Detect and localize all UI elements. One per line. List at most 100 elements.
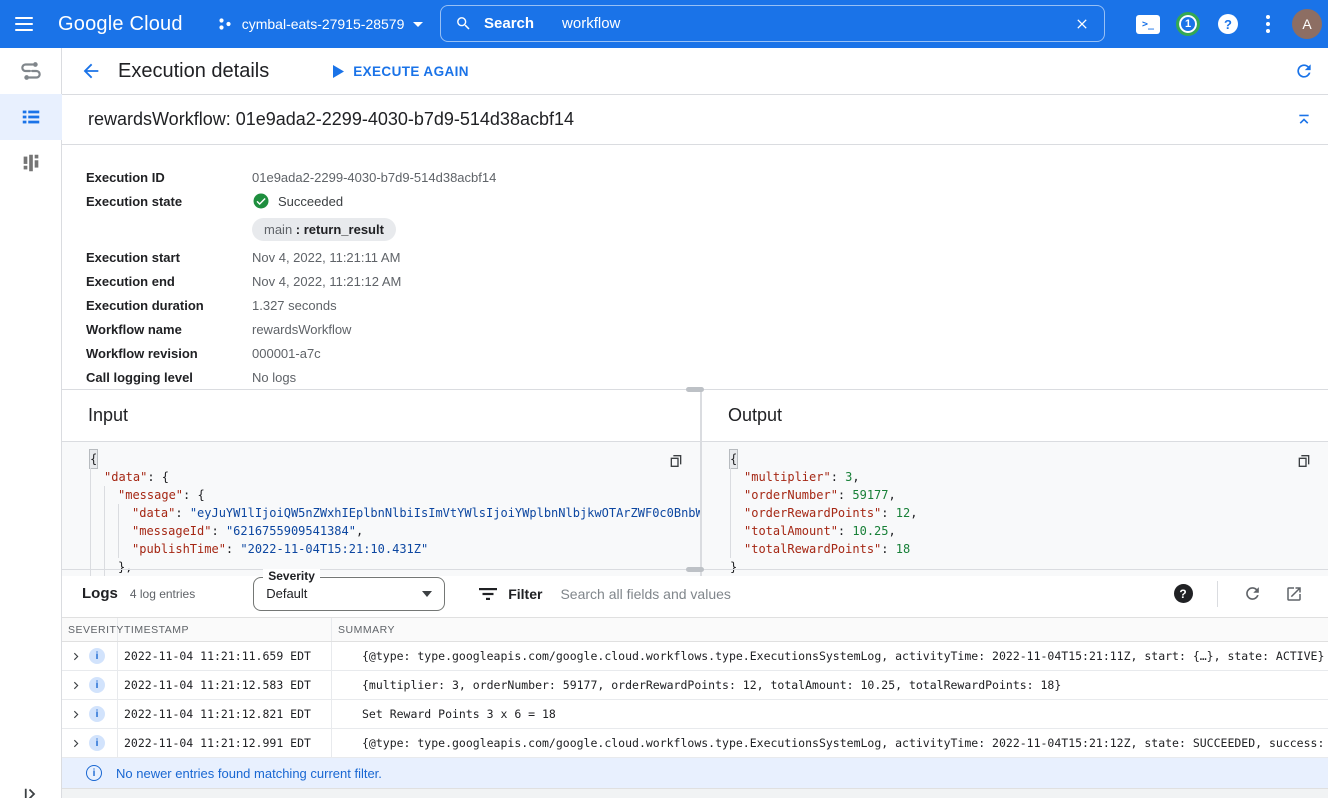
detail-label: Execution start <box>86 250 252 265</box>
refresh-icon[interactable] <box>1294 61 1314 81</box>
notification-count-badge: 1 <box>1176 12 1200 36</box>
more-options-icon[interactable] <box>1248 0 1288 48</box>
json-line: "message": { <box>90 486 692 504</box>
log-severity-cell: i <box>62 729 118 757</box>
detail-value: 000001-a7c <box>252 346 321 361</box>
log-table-header: SEVERITYTIMESTAMPSUMMARY <box>62 617 1328 642</box>
logs-help-icon[interactable]: ? <box>1165 576 1201 612</box>
indent-guide <box>104 540 118 558</box>
top-app-bar: Google Cloud cymbal-eats-27915-28579 Sea… <box>0 0 1328 48</box>
output-json-viewer[interactable]: {"multiplier": 3,"orderNumber": 59177,"o… <box>702 442 1328 576</box>
log-severity-cell: i <box>62 642 118 670</box>
logs-footer-banner: i No newer entries found matching curren… <box>62 758 1328 788</box>
copy-input-icon[interactable] <box>668 452 684 470</box>
expand-chevron-icon[interactable] <box>70 651 81 662</box>
indent-guide <box>90 540 104 558</box>
toolbar-divider <box>1217 581 1218 607</box>
detail-value: rewardsWorkflow <box>252 322 351 337</box>
main-content: Execution details EXECUTE AGAIN rewardsW… <box>62 48 1328 798</box>
input-header: Input <box>62 390 700 442</box>
rail-item-executions[interactable] <box>0 94 62 140</box>
indent-guide <box>104 486 118 504</box>
severity-select[interactable]: Severity Default <box>253 577 445 611</box>
log-timestamp: 2022-11-04 11:21:12.583 EDT <box>118 671 332 699</box>
log-summary: Set Reward Points 3 x 6 = 18 <box>332 700 1328 728</box>
logs-toolbar: Logs 4 log entries Severity Default Filt… <box>62 570 1328 617</box>
expand-chevron-icon[interactable] <box>70 680 81 691</box>
play-icon <box>333 65 344 78</box>
indent-guide <box>730 468 744 486</box>
open-in-new-icon[interactable] <box>1276 576 1312 612</box>
notifications-button[interactable]: 1 <box>1168 0 1208 48</box>
rail-item-workflows[interactable] <box>0 48 62 94</box>
state-text: Succeeded <box>278 194 343 209</box>
filter-icon <box>479 587 497 601</box>
indent-guide <box>118 522 132 540</box>
indent-guide <box>730 504 744 522</box>
google-cloud-logo[interactable]: Google Cloud <box>58 13 183 36</box>
detail-value: Succeeded <box>252 192 343 210</box>
resize-handle-top[interactable] <box>686 387 704 392</box>
output-panel: Output {"multiplier": 3,"orderNumber": 5… <box>702 390 1328 576</box>
collapse-icon[interactable] <box>1296 112 1312 128</box>
log-table-body: i2022-11-04 11:21:11.659 EDT{@type: type… <box>62 642 1328 758</box>
avatar[interactable]: A <box>1292 9 1322 39</box>
detail-row: Execution endNov 4, 2022, 11:21:12 AM <box>86 269 1328 293</box>
hamburger-bars <box>15 13 33 35</box>
logs-section: Logs 4 log entries Severity Default Filt… <box>62 569 1328 798</box>
execution-title: rewardsWorkflow: 01e9ada2-2299-4030-b7d9… <box>88 109 574 130</box>
log-col-header: TIMESTAMP <box>118 618 332 641</box>
log-summary: {@type: type.googleapis.com/google.cloud… <box>332 729 1328 757</box>
project-icon <box>217 16 233 32</box>
execute-again-label: EXECUTE AGAIN <box>353 64 469 79</box>
execute-again-button[interactable]: EXECUTE AGAIN <box>333 64 469 79</box>
json-line: { <box>730 450 1320 468</box>
indent-guide <box>90 504 104 522</box>
expand-chevron-icon[interactable] <box>70 709 81 720</box>
cloud-shell-icon[interactable]: >_ <box>1128 0 1168 48</box>
logs-refresh-icon[interactable] <box>1234 576 1270 612</box>
json-line: "data": "eyJuYW1lIjoiQW5nZWxhIEplbnNlbiI… <box>90 504 692 522</box>
project-selector[interactable]: cymbal-eats-27915-28579 <box>217 16 424 32</box>
info-severity-icon: i <box>89 648 105 664</box>
json-line: { <box>90 450 692 468</box>
detail-label: Execution ID <box>86 170 252 185</box>
log-row[interactable]: i2022-11-04 11:21:11.659 EDT{@type: type… <box>62 642 1328 671</box>
app-body: Execution details EXECUTE AGAIN rewardsW… <box>0 48 1328 798</box>
detail-row: Execution state Succeeded <box>86 189 1328 213</box>
log-row[interactable]: i2022-11-04 11:21:12.991 EDT{@type: type… <box>62 729 1328 758</box>
detail-label: Execution state <box>86 194 252 209</box>
log-severity-cell: i <box>62 671 118 699</box>
severity-caret-icon <box>422 591 432 597</box>
clear-search-icon[interactable] <box>1074 16 1090 32</box>
json-line: "messageId": "6216755909541384", <box>90 522 692 540</box>
hamburger-menu-icon[interactable] <box>0 0 48 48</box>
json-line: "publishTime": "2022-11-04T15:21:10.431Z… <box>90 540 692 558</box>
rail-item-metrics[interactable] <box>0 140 62 186</box>
log-row[interactable]: i2022-11-04 11:21:12.821 EDTSet Reward P… <box>62 700 1328 729</box>
resize-handle-logs[interactable] <box>686 567 704 572</box>
logs-footer-text: No newer entries found matching current … <box>116 766 382 781</box>
log-timestamp: 2022-11-04 11:21:12.991 EDT <box>118 729 332 757</box>
copy-output-icon[interactable] <box>1296 452 1312 470</box>
input-json-viewer[interactable]: {"data": {"message": {"data": "eyJuYW1lI… <box>62 442 700 576</box>
log-filter-input[interactable] <box>560 586 980 602</box>
back-arrow-icon[interactable] <box>80 60 102 82</box>
expand-panel-icon[interactable] <box>22 785 40 798</box>
expand-chevron-icon[interactable] <box>70 738 81 749</box>
indent-guide <box>730 522 744 540</box>
search-query-text[interactable]: workflow <box>562 15 620 32</box>
help-icon[interactable]: ? <box>1208 0 1248 48</box>
json-line: "orderNumber": 59177, <box>730 486 1320 504</box>
detail-value: Nov 4, 2022, 11:21:11 AM <box>252 250 400 265</box>
filter-group: Filter <box>479 586 542 602</box>
log-summary: {@type: type.googleapis.com/google.cloud… <box>332 642 1328 670</box>
search-bar[interactable]: Search workflow <box>440 5 1105 42</box>
severity-select-label: Severity <box>263 569 320 583</box>
filter-label: Filter <box>508 586 542 602</box>
executions-list-icon <box>20 106 42 128</box>
project-caret-icon <box>413 22 423 27</box>
log-row[interactable]: i2022-11-04 11:21:12.583 EDT{multiplier:… <box>62 671 1328 700</box>
step-badge[interactable]: main : return_result <box>252 218 396 241</box>
detail-row: Call logging levelNo logs <box>86 365 1328 389</box>
